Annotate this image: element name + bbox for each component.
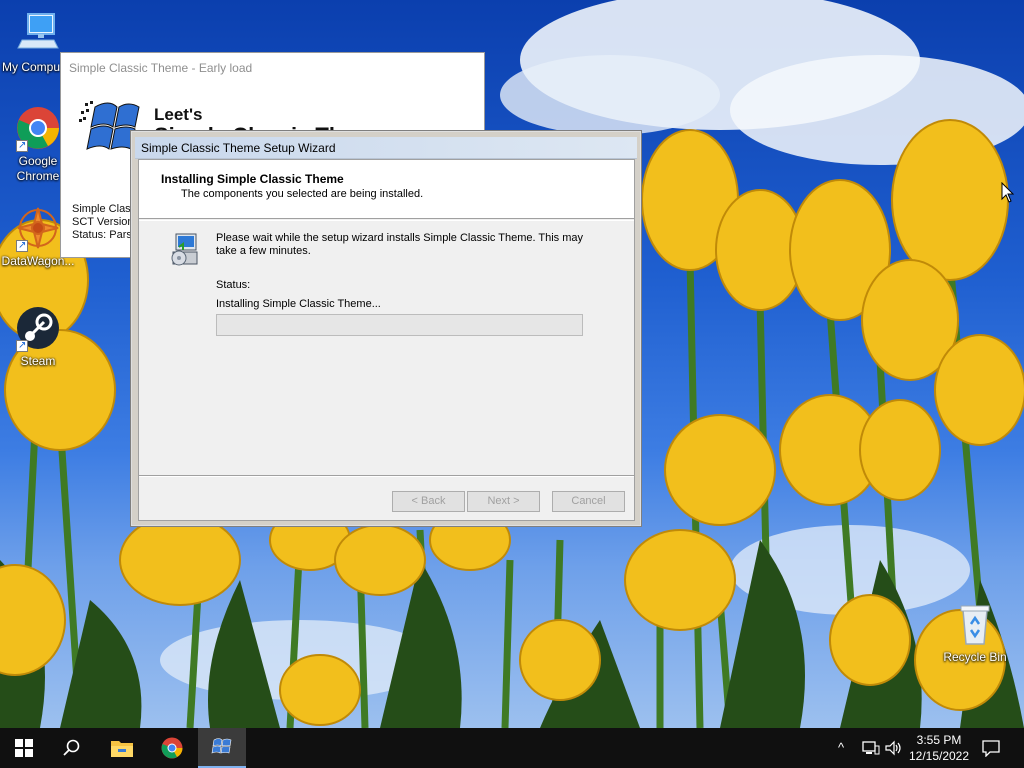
early-logo-line1: Leet's [154, 105, 203, 124]
desktop-icon-label: Steam [20, 354, 56, 368]
clock-time: 3:55 PM [916, 733, 962, 747]
mouse-cursor-icon [1001, 182, 1015, 203]
setup-wizard-dialog[interactable]: Simple Classic Theme Setup Wizard Instal… [130, 130, 642, 527]
installer-computer-cd-icon [171, 233, 198, 266]
taskbar-chrome[interactable] [148, 728, 196, 768]
early-info-text: Simple Class SCT Version Status: Parsi [72, 203, 136, 242]
footer-divider [139, 475, 634, 477]
clock-date: 12/15/2022 [908, 749, 970, 763]
taskbar-clock[interactable]: 3:55 PM 12/15/2022 [906, 732, 972, 764]
early-info-line: Status: Parsi [72, 229, 135, 241]
volume-icon[interactable] [885, 740, 903, 756]
search-icon [63, 739, 80, 756]
wizard-client-area: Installing Simple Classic Theme The comp… [138, 159, 635, 521]
taskbar: ^ 3:55 PM 12/15/2022 [0, 728, 1024, 768]
early-info-line: SCT Version [72, 216, 134, 228]
next-button[interactable]: Next > [467, 491, 540, 512]
action-center-icon[interactable] [982, 739, 1000, 757]
status-value: Installing Simple Classic Theme... [216, 298, 381, 310]
chrome-icon [161, 737, 183, 759]
taskbar-simple-classic-theme[interactable] [198, 728, 246, 768]
status-label: Status: [216, 279, 251, 291]
header-divider [139, 220, 634, 221]
search-button[interactable] [48, 728, 96, 768]
wizard-header-title: Installing Simple Classic Theme [161, 172, 344, 186]
datawagon-icon [14, 204, 62, 253]
desktop-icon-label: Recycle Bin [943, 650, 1007, 664]
wizard-header: Installing Simple Classic Theme The comp… [139, 160, 634, 219]
shortcut-arrow-icon [16, 238, 28, 253]
file-explorer-icon [111, 741, 133, 757]
steam-icon [14, 304, 62, 353]
computer-icon [14, 10, 62, 58]
recycle-bin-icon [951, 600, 999, 648]
start-button[interactable] [0, 728, 48, 768]
chrome-icon [14, 104, 62, 153]
back-button[interactable]: < Back [392, 491, 465, 512]
desktop-icon-recycle-bin[interactable]: Recycle Bin [937, 600, 1013, 665]
shortcut-arrow-icon [16, 338, 28, 353]
wizard-body-text: Please wait while the setup wizard insta… [216, 232, 584, 257]
shortcut-arrow-icon [16, 138, 28, 153]
early-info-line: Simple Class [72, 203, 137, 215]
install-progress-bar [216, 314, 583, 336]
wizard-title[interactable]: Simple Classic Theme Setup Wizard [135, 137, 637, 159]
cancel-button[interactable]: Cancel [552, 491, 625, 512]
network-icon[interactable] [862, 740, 880, 756]
tray-overflow-chevron-icon[interactable]: ^ [838, 740, 844, 755]
simple-classic-theme-icon [211, 738, 232, 754]
taskbar-file-explorer[interactable] [98, 728, 146, 768]
desktop-icon-steam[interactable]: Steam [0, 304, 76, 369]
early-load-title[interactable]: Simple Classic Theme - Early load [61, 53, 484, 84]
wizard-header-subtitle: The components you selected are being in… [181, 188, 424, 200]
start-icon [15, 739, 33, 757]
